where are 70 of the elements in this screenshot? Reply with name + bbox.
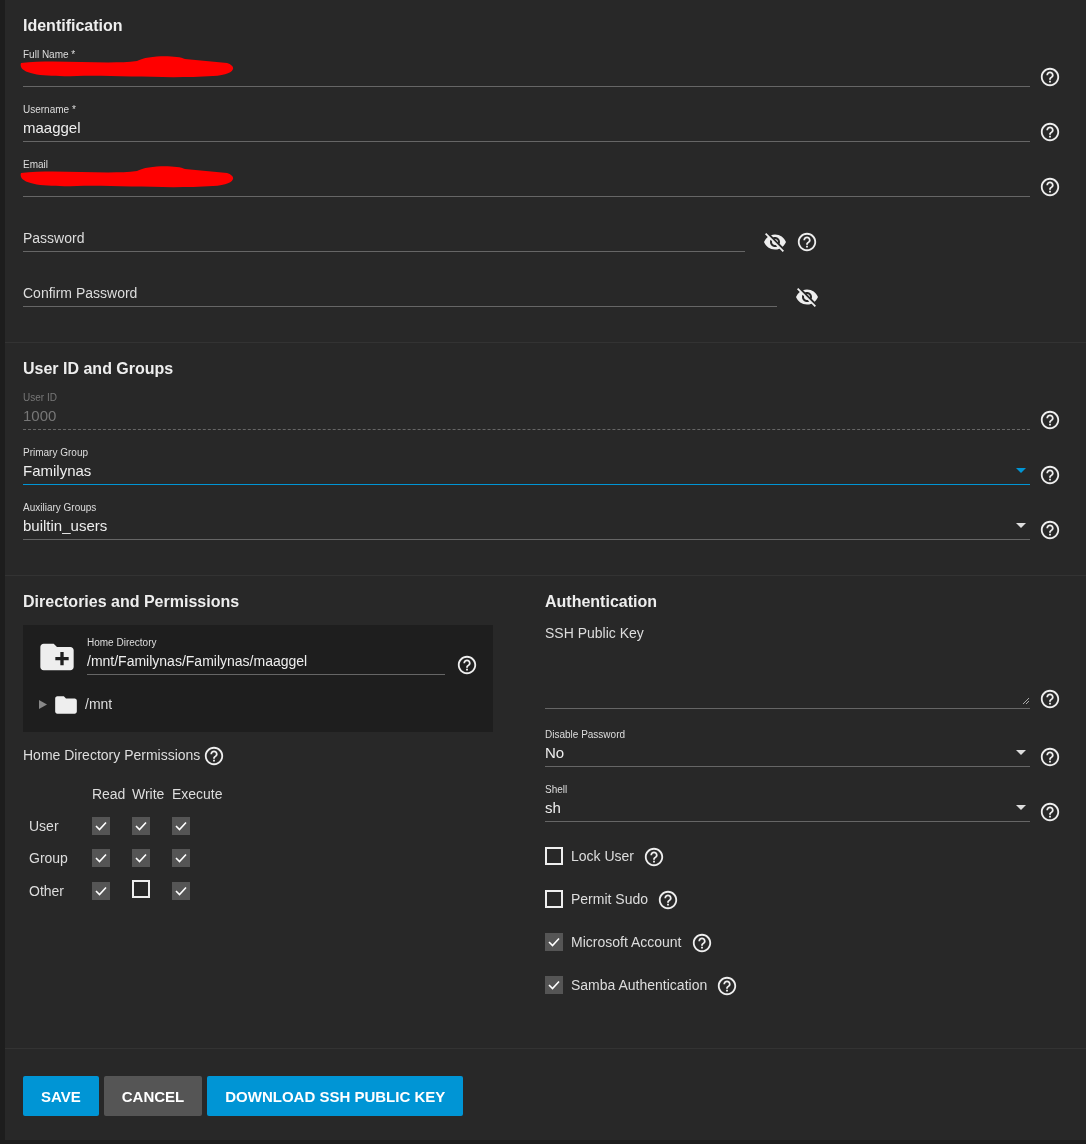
checkbox[interactable] — [545, 933, 563, 951]
help-icon[interactable] — [795, 230, 819, 254]
checkmark-icon — [174, 821, 187, 831]
row-label: User — [29, 818, 59, 834]
checkbox[interactable] — [91, 817, 110, 835]
input-field[interactable]: Home Directory /mnt/Familynas/Familynas/maaggel — [87, 637, 445, 675]
tree-item[interactable]: /mnt — [85, 696, 113, 712]
checkmark-icon — [134, 853, 147, 863]
checkbox-label: Microsoft Account — [571, 934, 682, 950]
password-field[interactable]: Confirm Password — [23, 269, 777, 307]
checkbox-label: Permit Sudo — [571, 891, 649, 907]
row-label: Group — [29, 850, 68, 866]
checkbox-label: Lock User — [571, 848, 635, 864]
help-icon[interactable] — [1038, 120, 1062, 144]
checkbox[interactable] — [545, 847, 563, 865]
checkbox[interactable] — [171, 881, 190, 900]
help-icon[interactable] — [1038, 65, 1062, 89]
expand-arrow-icon[interactable] — [39, 699, 47, 709]
dropdown-caret-icon — [1016, 805, 1026, 810]
checkbox[interactable] — [91, 849, 110, 867]
column-header: Write — [131, 786, 165, 802]
section-title: User ID and Groups — [23, 360, 175, 379]
checkmark-icon — [548, 937, 560, 947]
checkbox[interactable] — [131, 880, 150, 898]
help-icon[interactable] — [1038, 175, 1062, 199]
checkbox[interactable] — [171, 849, 190, 867]
select-field[interactable]: Primary Group Familynas — [23, 447, 1030, 485]
checkbox[interactable] — [131, 849, 150, 867]
checkmark-icon — [94, 885, 107, 896]
checkmark-icon — [94, 821, 107, 831]
help-icon[interactable] — [1038, 745, 1062, 769]
help-icon[interactable] — [1038, 463, 1062, 487]
checkbox[interactable] — [91, 881, 110, 900]
checkmark-icon — [548, 980, 560, 990]
select-field[interactable]: Shell sh — [545, 784, 1030, 822]
dropdown-caret-icon — [1016, 468, 1026, 473]
permissions-label: Home Directory Permissions — [23, 747, 201, 763]
input-field[interactable]: Email — [23, 159, 1030, 197]
checkbox[interactable] — [131, 817, 150, 835]
eye-slash-icon[interactable] — [763, 230, 787, 254]
row-label: Other — [29, 882, 64, 899]
input-field[interactable]: Username * maaggel — [23, 104, 1030, 142]
folder-icon — [53, 693, 79, 717]
checkbox[interactable] — [545, 890, 563, 908]
input-field[interactable]: Full Name * — [23, 49, 1030, 87]
help-icon[interactable] — [1038, 687, 1062, 711]
section-title: Authentication — [545, 593, 658, 612]
checkbox[interactable] — [171, 817, 190, 835]
checkmark-icon — [134, 821, 147, 831]
section-title: Identification — [23, 17, 124, 36]
help-icon[interactable] — [1038, 518, 1062, 542]
section-title: Directories and Permissions — [23, 593, 241, 612]
column-header: Read — [91, 786, 126, 802]
help-icon[interactable] — [1038, 800, 1062, 824]
checkbox[interactable] — [545, 976, 563, 994]
checkbox-label: Samba Authentication — [571, 977, 708, 993]
password-field[interactable]: Password — [23, 214, 745, 252]
eye-slash-icon[interactable] — [795, 285, 819, 309]
dropdown-caret-icon — [1016, 750, 1026, 755]
dropdown-caret-icon — [1016, 523, 1026, 528]
help-icon[interactable] — [455, 653, 479, 677]
textarea-field[interactable]: SSH Public Key — [545, 625, 1030, 709]
resize-handle-icon[interactable] — [1022, 697, 1030, 705]
checkmark-icon — [174, 885, 187, 896]
action-button[interactable]: CANCEL — [103, 1076, 203, 1116]
column-header: Execute — [171, 786, 223, 802]
select-field[interactable]: Disable Password No — [545, 729, 1030, 767]
checkmark-icon — [94, 853, 107, 863]
checkmark-icon — [174, 853, 187, 863]
select-field[interactable]: Auxiliary Groups builtin_users — [23, 502, 1030, 540]
